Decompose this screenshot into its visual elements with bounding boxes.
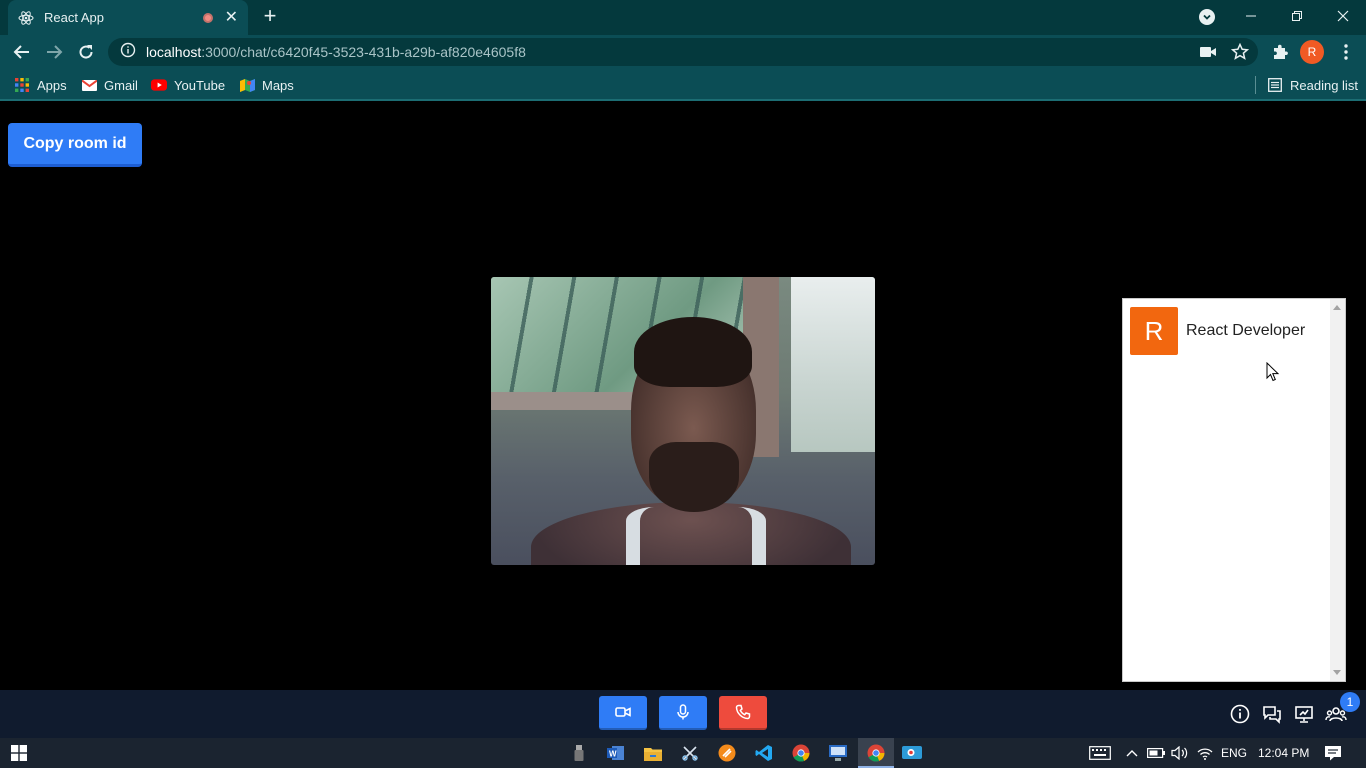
chat-icon[interactable] xyxy=(1261,703,1283,725)
close-window-button[interactable] xyxy=(1320,0,1366,32)
react-logo-icon xyxy=(18,10,34,26)
volume-icon[interactable] xyxy=(1169,742,1191,764)
word-icon[interactable]: W xyxy=(605,742,627,764)
participant-name: React Developer xyxy=(1186,322,1306,339)
windows-taskbar: W ENG 12:04 PM xyxy=(0,738,1366,768)
more-menu-icon[interactable] xyxy=(1336,42,1356,62)
browser-tab-strip: React App ✕ + xyxy=(0,0,1366,35)
camera-in-use-icon[interactable] xyxy=(1198,42,1218,62)
toggle-video-button[interactable] xyxy=(599,696,647,730)
snipping-tool-icon[interactable] xyxy=(679,742,701,764)
tray-chevron-up-icon[interactable] xyxy=(1121,742,1143,764)
toggle-microphone-button[interactable] xyxy=(659,696,707,730)
url-path: :3000/chat/c6420f45-3523-431b-a29b-af820… xyxy=(201,44,526,60)
gmail-icon xyxy=(81,77,97,93)
notifications-icon[interactable] xyxy=(1322,742,1344,764)
minimize-window-button[interactable] xyxy=(1228,0,1274,32)
chrome-active-icon[interactable] xyxy=(865,742,887,764)
reading-list-label: Reading list xyxy=(1290,77,1358,93)
bookmark-label: Apps xyxy=(37,77,67,93)
language-indicator[interactable]: ENG xyxy=(1221,746,1247,760)
tab-search-icon[interactable] xyxy=(1199,9,1215,25)
reading-list-icon xyxy=(1267,77,1283,93)
participants-panel: R React Developer xyxy=(1122,298,1346,682)
bookmark-label: Maps xyxy=(262,77,294,93)
svg-text:W: W xyxy=(609,750,617,759)
usb-drive-icon[interactable] xyxy=(568,742,590,764)
wifi-icon[interactable] xyxy=(1194,742,1216,764)
apps-grid-icon xyxy=(14,77,30,93)
bookmark-label: Gmail xyxy=(104,77,138,93)
mouse-pointer-icon xyxy=(1266,362,1280,382)
participants-count-badge: 1 xyxy=(1340,692,1360,712)
end-call-button[interactable] xyxy=(719,696,767,730)
video-chat-page: Copy room id R React Developer xyxy=(0,103,1366,690)
scroll-up-arrow-icon[interactable] xyxy=(1333,305,1341,310)
bookmark-apps[interactable]: Apps xyxy=(14,76,67,94)
restore-window-button[interactable] xyxy=(1274,0,1320,32)
reading-list-button[interactable]: Reading list xyxy=(1267,76,1358,94)
scroll-down-arrow-icon[interactable] xyxy=(1333,670,1341,675)
video-camera-icon xyxy=(615,707,631,717)
back-arrow-icon[interactable] xyxy=(10,40,34,64)
bookmark-label: YouTube xyxy=(174,77,226,93)
tab-close-icon[interactable]: ✕ xyxy=(225,9,238,26)
new-tab-button[interactable]: + xyxy=(258,5,282,29)
windows-start-icon[interactable] xyxy=(8,742,30,764)
info-icon[interactable] xyxy=(1229,703,1251,725)
browser-toolbar: localhost:3000/chat/c6420f45-3523-431b-a… xyxy=(0,35,1366,69)
bookmarks-separator xyxy=(1255,76,1256,94)
browser-tab[interactable]: React App ✕ xyxy=(8,0,248,35)
remote-desktop-icon[interactable] xyxy=(827,742,849,764)
site-info-icon[interactable] xyxy=(120,42,136,63)
youtube-icon xyxy=(151,77,167,93)
url-host: localhost xyxy=(146,44,202,60)
battery-icon[interactable] xyxy=(1145,742,1167,764)
call-control-bar xyxy=(0,690,1366,738)
reload-icon[interactable] xyxy=(74,40,98,64)
bookmark-star-icon[interactable] xyxy=(1230,42,1250,62)
recording-indicator-icon xyxy=(202,12,213,23)
participant-item[interactable]: R React Developer xyxy=(1130,307,1305,355)
profile-avatar[interactable]: R xyxy=(1300,40,1324,64)
copy-room-id-button[interactable]: Copy room id xyxy=(8,123,142,167)
file-explorer-icon[interactable] xyxy=(642,742,664,764)
local-video-feed xyxy=(491,277,875,565)
present-screen-icon[interactable] xyxy=(1293,703,1315,725)
microphone-icon xyxy=(677,704,689,720)
bookmark-gmail[interactable]: Gmail xyxy=(81,76,138,94)
chrome-icon[interactable] xyxy=(790,742,812,764)
maps-icon xyxy=(239,77,255,93)
clock-time[interactable]: 12:04 PM xyxy=(1258,746,1309,760)
address-bar[interactable]: localhost:3000/chat/c6420f45-3523-431b-a… xyxy=(108,38,1258,66)
participant-avatar: R xyxy=(1130,307,1178,355)
sublime-text-icon[interactable] xyxy=(716,742,738,764)
bookmarks-bar: Apps Gmail YouTube Maps Reading list xyxy=(0,69,1366,101)
keyboard-icon[interactable] xyxy=(1089,742,1111,764)
tab-title: React App xyxy=(44,10,104,25)
bookmark-youtube[interactable]: YouTube xyxy=(151,76,225,94)
vscode-icon[interactable] xyxy=(753,742,775,764)
forward-arrow-icon[interactable] xyxy=(42,40,66,64)
bookmark-maps[interactable]: Maps xyxy=(239,76,294,94)
participants-scrollbar[interactable] xyxy=(1330,299,1345,681)
url-text: localhost:3000/chat/c6420f45-3523-431b-a… xyxy=(146,44,526,60)
phone-icon xyxy=(735,704,751,720)
screen-recorder-icon[interactable] xyxy=(901,742,923,764)
extensions-puzzle-icon[interactable] xyxy=(1270,42,1290,62)
